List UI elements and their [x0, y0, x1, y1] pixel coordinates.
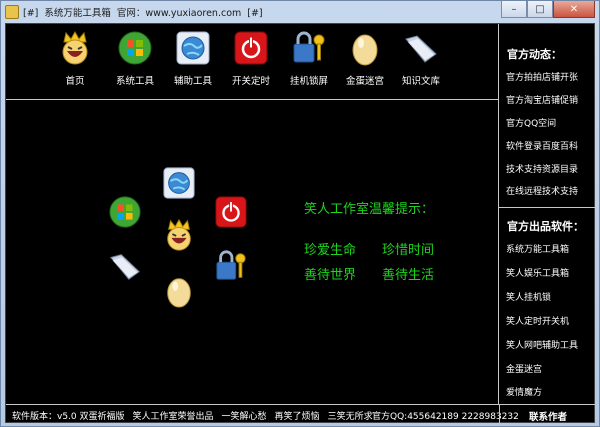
lock-key-icon: [293, 31, 325, 63]
news-heading: 官方动态：: [507, 48, 562, 61]
main-toolbar: 首页 系统工具 辅助工具 开关定时 挂机锁屏 金蛋迷宫 知识文库: [6, 24, 498, 100]
power-icon: [234, 31, 268, 65]
news-link[interactable]: 技术支持资源目录: [506, 162, 578, 175]
toolbar-label: 挂机锁屏: [289, 76, 328, 87]
contact-author-button[interactable]: 联系作者: [499, 405, 596, 424]
sidebar-separator: [499, 207, 595, 208]
status-text: 软件版本：v5.0 双蛋祈福版 笑人工作室荣誉出品 一笑解心愁 再笑了烦恼 三笑无所求: [12, 409, 381, 422]
product-link[interactable]: 爱情魔方: [506, 385, 542, 398]
toolbar-system-tools[interactable]: 系统工具: [108, 30, 162, 92]
tip-phrase: 珍爱生命: [304, 243, 357, 258]
product-link[interactable]: 笑人网吧辅助工具: [506, 338, 578, 351]
tip-phrase: 善待生活: [382, 268, 435, 283]
product-link[interactable]: 笑人定时开关机: [506, 314, 569, 327]
minimize-button[interactable]: –: [501, 1, 527, 18]
news-link[interactable]: 官方QQ空间: [506, 116, 556, 129]
qq-info: 官方QQ:455642189 2228983232: [372, 412, 519, 422]
lock-key-icon[interactable]: [214, 249, 248, 283]
news-link[interactable]: 官方拍拍店铺开张: [506, 70, 578, 83]
golden-egg-icon: [352, 34, 378, 66]
toolbar-helper-tools[interactable]: 辅助工具: [166, 30, 220, 92]
product-link[interactable]: 系统万能工具箱: [506, 242, 569, 255]
title-bar: [#] 系统万能工具箱 官网：www.yuxiaoren.com [#] – □ ✕: [1, 1, 599, 23]
products-heading: 官方出品软件：: [507, 220, 584, 233]
toolbar-label: 首页: [65, 76, 85, 87]
motto: 一笑解心愁: [221, 412, 267, 422]
tip-phrase: 珍惜时间: [382, 243, 435, 258]
toolbar-home[interactable]: 首页: [48, 30, 102, 92]
product-link[interactable]: 金蛋迷宫: [506, 362, 542, 375]
title-app-name: 系统万能工具箱: [44, 8, 111, 19]
windows-logo-icon[interactable]: [108, 195, 142, 229]
sidebar: 官方动态： 官方拍拍店铺开张 官方淘宝店铺促销 官方QQ空间 软件登录百度百科 …: [499, 24, 595, 404]
version-label: 软件版本：v5.0 双蛋祈福版: [12, 412, 125, 422]
news-link[interactable]: 软件登录百度百科: [506, 139, 578, 152]
smiley-king-icon[interactable]: [162, 218, 196, 252]
folder-icon[interactable]: [108, 249, 142, 283]
toolbar-golden-egg-maze[interactable]: 金蛋迷宫: [338, 30, 392, 92]
app-window: [#] 系统万能工具箱 官网：www.yuxiaoren.com [#] – □ ✕ …: [0, 0, 600, 427]
smiley-king-icon: [62, 30, 88, 65]
motto: 再笑了烦恼: [274, 412, 320, 422]
tip-phrase: 善待世界: [304, 268, 357, 283]
window-title: [#] 系统万能工具箱 官网：www.yuxiaoren.com [#]: [23, 5, 269, 19]
close-button[interactable]: ✕: [553, 1, 595, 18]
globe-icon: [176, 31, 210, 65]
tip-title: 笑人工作室温馨提示：: [304, 202, 435, 217]
client-area: 首页 系统工具 辅助工具 开关定时 挂机锁屏 金蛋迷宫 知识文库 笑人工作室温馨…: [5, 23, 596, 424]
toolbar-knowledge-library[interactable]: 知识文库: [394, 30, 448, 92]
tip-line-2: 善待世界 善待生活: [304, 264, 460, 283]
tip-line-1: 珍爱生命 珍惜时间: [304, 239, 460, 258]
globe-icon[interactable]: [162, 166, 196, 200]
windows-logo-icon: [118, 31, 152, 65]
title-site: 官网：www.yuxiaoren.com: [116, 8, 242, 19]
toolbar-label: 金蛋迷宫: [345, 76, 384, 87]
folder-icon: [405, 35, 437, 63]
app-icon: [5, 5, 19, 19]
motto: 三笑无所求: [327, 412, 373, 422]
title-tag-right: [#]: [247, 8, 263, 19]
status-bar: 软件版本：v5.0 双蛋祈福版 笑人工作室荣誉出品 一笑解心愁 再笑了烦恼 三笑无所求 …: [6, 404, 596, 424]
studio-label: 笑人工作室荣誉出品: [132, 412, 214, 422]
product-link[interactable]: 笑人娱乐工具箱: [506, 266, 569, 279]
toolbar-label: 开关定时: [231, 76, 270, 87]
title-tag-left: [#]: [23, 8, 39, 19]
toolbar-label: 知识文库: [401, 76, 440, 87]
golden-egg-icon[interactable]: [162, 274, 196, 308]
toolbar-label: 辅助工具: [173, 76, 212, 87]
toolbar-label: 系统工具: [115, 76, 154, 87]
power-icon[interactable]: [214, 195, 248, 229]
news-link[interactable]: 官方淘宝店铺促销: [506, 93, 578, 106]
news-link[interactable]: 在线远程技术支持: [506, 184, 578, 197]
toolbar-timer-switch[interactable]: 开关定时: [224, 30, 278, 92]
product-link[interactable]: 笑人挂机锁: [506, 290, 551, 303]
maximize-button[interactable]: □: [527, 1, 553, 18]
toolbar-lock-screen[interactable]: 挂机锁屏: [282, 30, 336, 92]
